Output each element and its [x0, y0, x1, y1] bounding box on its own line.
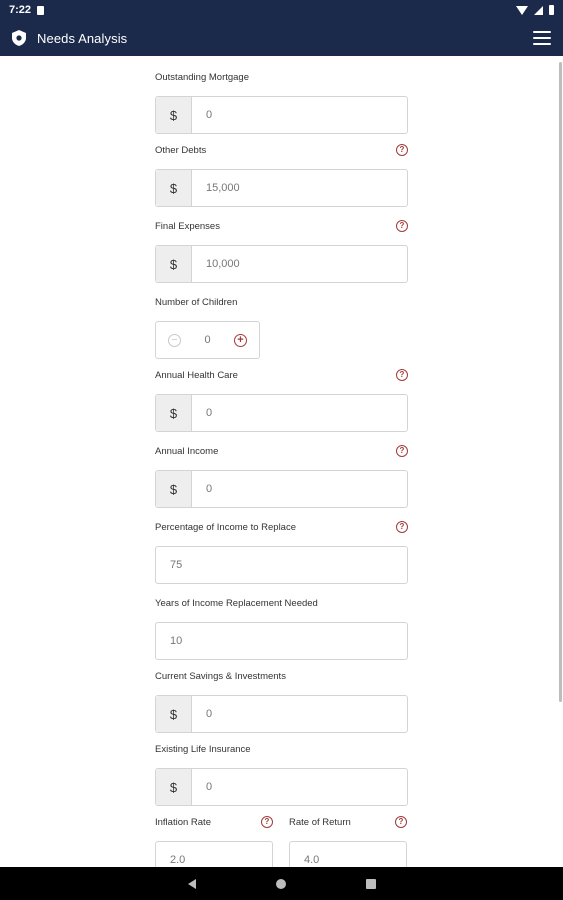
minus-icon[interactable]: − [168, 333, 181, 347]
recent-apps-icon[interactable] [365, 878, 376, 889]
battery-icon [549, 5, 554, 15]
status-time: 7:22 [9, 4, 32, 16]
pct-replace-label: Percentage of Income to Replace [155, 521, 297, 533]
hamburger-menu-icon[interactable] [533, 31, 551, 45]
return-field: Rate of Return ? 4.0 [289, 815, 407, 867]
inflation-label: Inflation Rate [155, 816, 211, 828]
children-value[interactable]: 0 [204, 334, 210, 346]
other-debts-value[interactable]: 15,000 [192, 170, 407, 206]
help-icon[interactable]: ? [396, 521, 408, 533]
health-care-input[interactable]: $ 0 [155, 394, 408, 432]
dollar-prefix: $ [156, 246, 192, 282]
plus-icon[interactable]: + [234, 333, 247, 347]
savings-label: Current Savings & Investments [155, 670, 286, 682]
help-icon[interactable]: ? [261, 816, 273, 828]
other-debts-label: Other Debts [155, 144, 207, 156]
page-title: Needs Analysis [37, 30, 128, 46]
final-expenses-field: Final Expenses ? $ 10,000 [155, 219, 408, 283]
dollar-prefix: $ [156, 769, 192, 805]
dollar-prefix: $ [156, 170, 192, 206]
home-icon[interactable] [275, 878, 286, 889]
savings-input[interactable]: $ 0 [155, 695, 408, 733]
children-label: Number of Children [155, 296, 238, 308]
help-icon[interactable]: ? [396, 369, 408, 381]
pct-replace-input[interactable]: 75 [155, 546, 408, 584]
mortgage-label: Outstanding Mortgage [155, 71, 250, 83]
shield-icon [12, 30, 26, 46]
mortgage-value[interactable]: 0 [192, 97, 407, 133]
help-icon[interactable]: ? [396, 220, 408, 232]
help-icon[interactable]: ? [396, 445, 408, 457]
return-input[interactable]: 4.0 [289, 841, 407, 867]
savings-field: Current Savings & Investments $ 0 [155, 669, 408, 733]
help-icon[interactable]: ? [395, 816, 407, 828]
back-icon[interactable] [187, 878, 196, 889]
inflation-input[interactable]: 2.0 [155, 841, 273, 867]
dollar-prefix: $ [156, 696, 192, 732]
status-bar: 7:22 [0, 0, 563, 20]
health-care-field: Annual Health Care ? $ 0 [155, 368, 408, 432]
help-icon[interactable]: ? [396, 144, 408, 156]
inflation-value[interactable]: 2.0 [156, 842, 272, 867]
income-input[interactable]: $ 0 [155, 470, 408, 508]
mortgage-field: Outstanding Mortgage $ 0 [155, 70, 408, 134]
income-label: Annual Income [155, 445, 219, 457]
form-content: Outstanding Mortgage $ 0 Other Debts ? $… [0, 56, 563, 867]
life-insurance-input[interactable]: $ 0 [155, 768, 408, 806]
final-expenses-label: Final Expenses [155, 220, 220, 232]
children-stepper: − 0 + [155, 321, 260, 359]
pct-replace-value[interactable]: 75 [156, 547, 407, 583]
return-value[interactable]: 4.0 [290, 842, 406, 867]
dollar-prefix: $ [156, 395, 192, 431]
children-field: Number of Children − 0 + [155, 295, 408, 359]
dollar-prefix: $ [156, 97, 192, 133]
years-input[interactable]: 10 [155, 622, 408, 660]
other-debts-input[interactable]: $ 15,000 [155, 169, 408, 207]
years-field: Years of Income Replacement Needed 10 [155, 596, 408, 660]
status-icons [516, 5, 554, 15]
signal-icon [534, 5, 543, 15]
system-nav-bar [0, 867, 563, 900]
final-expenses-input[interactable]: $ 10,000 [155, 245, 408, 283]
life-insurance-value[interactable]: 0 [192, 769, 407, 805]
health-care-label: Annual Health Care [155, 369, 238, 381]
app-bar: Needs Analysis [0, 20, 563, 56]
wifi-icon [516, 5, 528, 15]
life-insurance-field: Existing Life Insurance $ 0 [155, 742, 408, 806]
years-label: Years of Income Replacement Needed [155, 597, 318, 609]
final-expenses-value[interactable]: 10,000 [192, 246, 407, 282]
years-value[interactable]: 10 [156, 623, 407, 659]
mortgage-input[interactable]: $ 0 [155, 96, 408, 134]
dollar-prefix: $ [156, 471, 192, 507]
income-field: Annual Income ? $ 0 [155, 444, 408, 508]
savings-value[interactable]: 0 [192, 696, 407, 732]
other-debts-field: Other Debts ? $ 15,000 [155, 143, 408, 207]
income-value[interactable]: 0 [192, 471, 407, 507]
health-care-value[interactable]: 0 [192, 395, 407, 431]
pct-replace-field: Percentage of Income to Replace ? 75 [155, 520, 408, 584]
return-label: Rate of Return [289, 816, 351, 828]
sd-card-icon [37, 5, 45, 15]
life-insurance-label: Existing Life Insurance [155, 743, 251, 755]
inflation-field: Inflation Rate ? 2.0 [155, 815, 273, 867]
scrollbar[interactable] [559, 62, 562, 702]
